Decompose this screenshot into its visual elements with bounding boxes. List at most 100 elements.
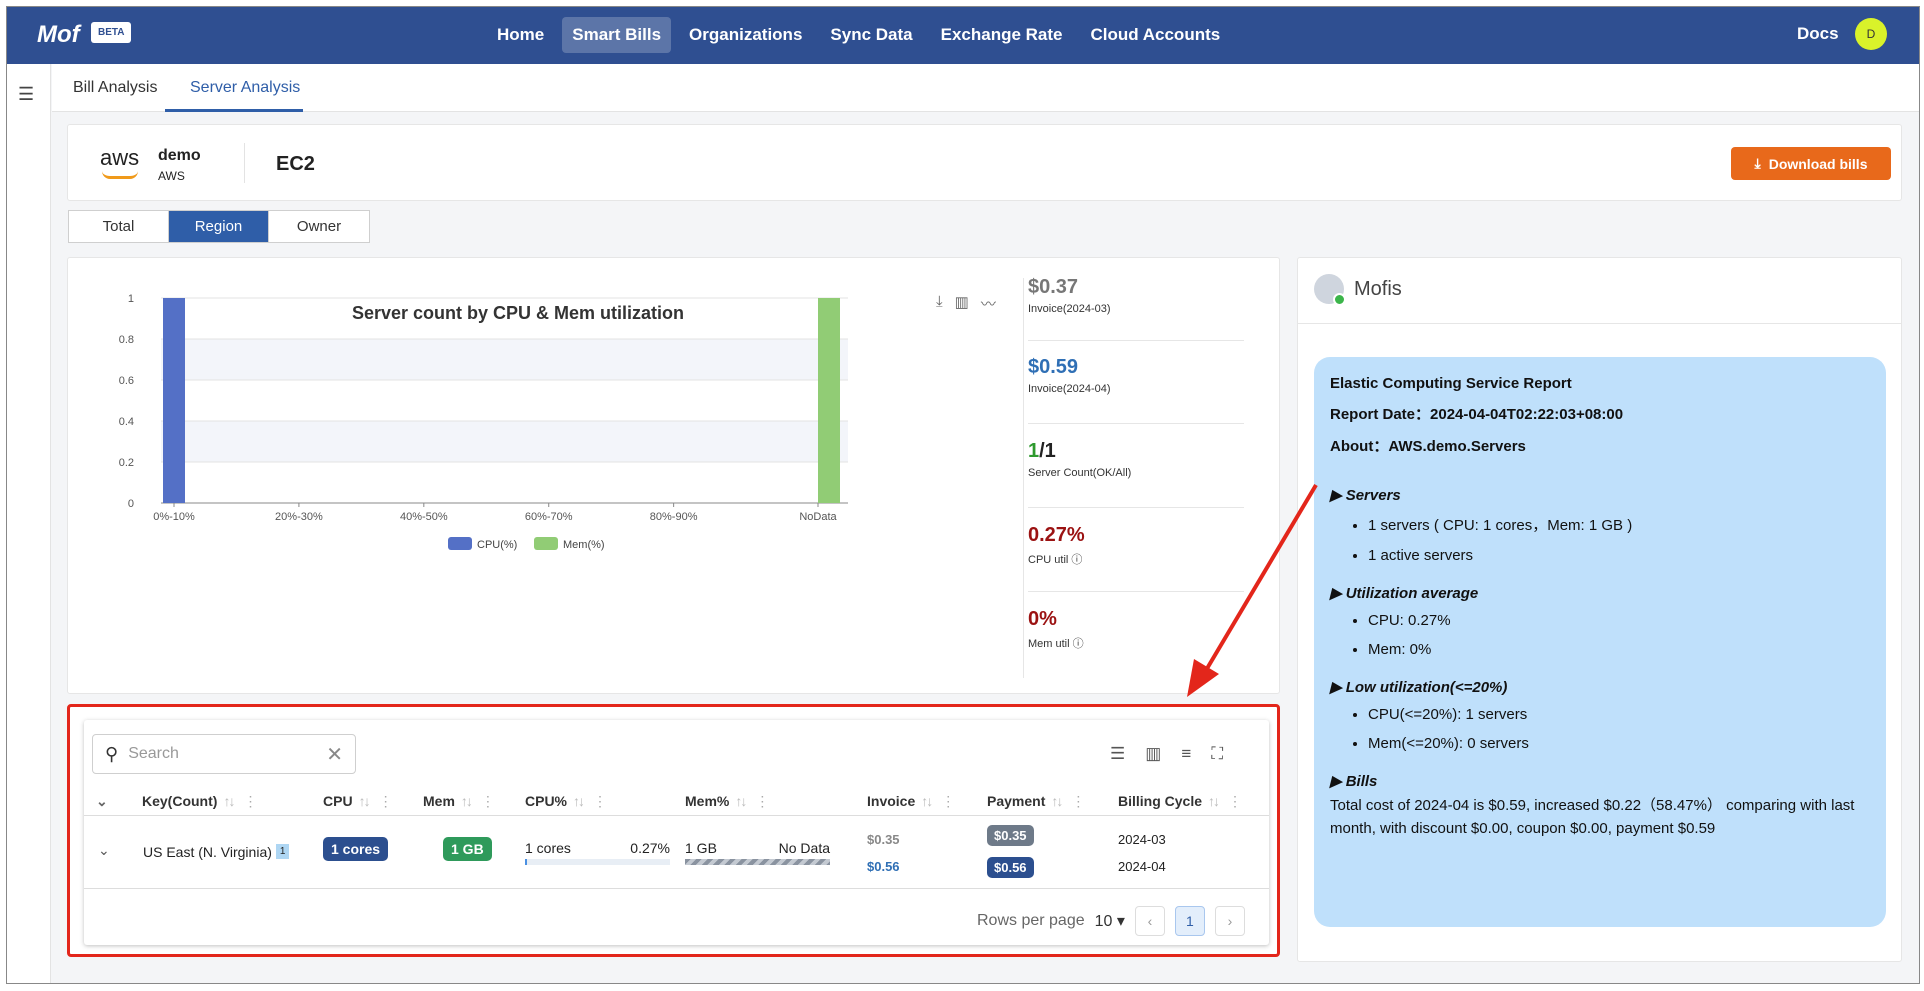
column-menu-icon[interactable]: ⋮ [593,793,607,809]
cpu-pct-text: 0.27% [630,840,670,856]
stat-label: Invoice(2024-03) [1028,303,1111,315]
stat-server-count: 1/1 Server Count(OK/All) [1028,440,1248,479]
section-title: Bills [1345,773,1378,790]
fullscreen-icon[interactable]: ⛶ [1211,744,1223,764]
sort-icon[interactable]: ↑↓ [1051,793,1063,809]
region-table: ⚲ Search ✕ ☰ ▥ ≡ ⛶ ⌄ Key(Count) ↑↓ ⋮ CPU ↑↓… [84,720,1269,945]
app-logo[interactable]: Mof [37,21,80,49]
nav-smart-bills[interactable]: Smart Bills [562,17,672,53]
column-menu-icon[interactable]: ⋮ [755,793,769,809]
list-item: Mem(<=20%): 0 servers [1368,735,1870,752]
bar-cpu [163,298,185,503]
table-row[interactable]: ⌄ US East (N. Virginia) 1 1 cores 1 GB 1 … [84,816,1269,889]
col-label: CPU% [525,793,568,809]
divider [1028,591,1244,592]
y-tick-label: 0.4 [119,416,134,428]
col-cpu-pct[interactable]: CPU% ↑↓ ⋮ [525,793,607,810]
sort-icon[interactable]: ↑↓ [359,793,371,809]
info-icon[interactable]: ⓘ [1073,638,1084,650]
col-key[interactable]: Key(Count) ↑↓ ⋮ [142,793,257,810]
sort-icon[interactable]: ↑↓ [573,793,585,809]
mofis-panel: Mofis Elastic Computing Service Report R… [1297,257,1902,962]
col-label: Mem% [685,793,730,809]
row-expand-icon[interactable]: ⌄ [98,842,110,859]
low-util-list: CPU(<=20%): 1 servers Mem(<=20%): 0 serv… [1368,706,1870,752]
cell-cpu-pct: 1 cores 0.27% [525,840,670,856]
all-count: /1 [1039,440,1056,462]
docs-link[interactable]: Docs [1797,24,1839,44]
chart-card: Server count by CPU & Mem utilization ⤓ … [67,257,1280,694]
expand-all-icon[interactable]: ⌄ [96,793,108,810]
column-menu-icon[interactable]: ⋮ [481,793,495,809]
next-page-button[interactable]: › [1214,906,1245,936]
segment-owner[interactable]: Owner [269,211,369,242]
col-invoice[interactable]: Invoice ↑↓ ⋮ [867,793,955,810]
filter-icon[interactable]: ☰ [1110,744,1125,764]
column-menu-icon[interactable]: ⋮ [379,793,393,809]
menu-icon[interactable]: ☰ [18,84,34,105]
columns-icon[interactable]: ▥ [1145,744,1161,764]
section-bills[interactable]: ▶ Bills [1330,772,1870,790]
col-mem-pct[interactable]: Mem% ↑↓ ⋮ [685,793,769,810]
clear-icon[interactable]: ✕ [326,742,343,767]
report-about: About：AWS.demo.Servers [1330,435,1870,456]
search-box[interactable]: ⚲ Search ✕ [92,734,356,774]
nav-organizations[interactable]: Organizations [679,17,812,53]
rows-per-page-select[interactable]: 10 ▾ [1095,911,1125,931]
info-icon[interactable]: ⓘ [1071,554,1082,566]
section-utilization[interactable]: ▶ Utilization average [1330,584,1870,602]
segment-region[interactable]: Region [169,211,269,242]
nav-home[interactable]: Home [487,17,554,53]
report-bubble: Elastic Computing Service Report Report … [1314,357,1886,927]
col-cpu[interactable]: CPU ↑↓ ⋮ [323,793,393,810]
stat-value: 0% [1028,608,1057,630]
stat-label-text: CPU util [1028,554,1069,566]
page-tabs: Bill Analysis Server Analysis [52,64,1919,112]
stat-mem-util: 0% Mem util ⓘ [1028,608,1248,651]
nav-sync-data[interactable]: Sync Data [820,17,922,53]
col-mem[interactable]: Mem ↑↓ ⋮ [423,793,495,810]
legend-swatch [534,537,558,550]
col-billing-cycle[interactable]: Billing Cycle ↑↓ ⋮ [1118,793,1242,810]
search-input[interactable]: Search [128,745,179,763]
stat-label: CPU util ⓘ [1028,551,1248,567]
sort-icon[interactable]: ↑↓ [1208,793,1220,809]
page-button[interactable]: 1 [1174,906,1205,936]
account-header: aws demo AWS EC2 ⤓ Download bills [67,124,1902,201]
payment-curr-badge: $0.56 [987,857,1034,878]
column-menu-icon[interactable]: ⋮ [1071,793,1085,809]
column-menu-icon[interactable]: ⋮ [941,793,955,809]
sort-icon[interactable]: ↑↓ [735,793,747,809]
prev-page-button[interactable]: ‹ [1134,906,1165,936]
payment-prev: $0.35 [987,825,1034,846]
col-payment[interactable]: Payment ↑↓ ⋮ [987,793,1085,810]
stat-label-text: Mem util [1028,638,1070,650]
density-icon[interactable]: ≡ [1181,744,1191,764]
user-avatar[interactable]: D [1855,18,1887,50]
stat-invoice-curr: $0.59 Invoice(2024-04) [1028,356,1248,395]
cell-mem: 1 GB [443,837,492,861]
tab-bill-analysis[interactable]: Bill Analysis [73,79,157,97]
nav-cloud-accounts[interactable]: Cloud Accounts [1081,17,1231,53]
legend-label: CPU(%) [477,539,517,551]
search-icon: ⚲ [105,743,119,764]
utilization-list: CPU: 0.27% Mem: 0% [1368,612,1870,658]
list-item: 1 active servers [1368,547,1870,564]
section-servers[interactable]: ▶ Servers [1330,486,1870,504]
download-bills-button[interactable]: ⤓ Download bills [1731,147,1891,180]
segment-total[interactable]: Total [69,211,169,242]
nav-exchange-rate[interactable]: Exchange Rate [931,17,1073,53]
column-menu-icon[interactable]: ⋮ [1228,793,1242,809]
x-tick-label: 20%-30% [275,511,323,523]
divider [1023,278,1024,678]
sort-icon[interactable]: ↑↓ [921,793,933,809]
col-label: CPU [323,793,353,809]
column-menu-icon[interactable]: ⋮ [243,793,257,809]
sort-icon[interactable]: ↑↓ [461,793,473,809]
aws-smile-icon [102,171,138,179]
section-low-utilization[interactable]: ▶ Low utilization(<=20%) [1330,678,1870,696]
ok-count: 1 [1028,440,1040,462]
stat-value: $0.37 [1028,276,1079,298]
sort-icon[interactable]: ↑↓ [223,793,235,809]
tab-server-analysis[interactable]: Server Analysis [190,79,300,97]
